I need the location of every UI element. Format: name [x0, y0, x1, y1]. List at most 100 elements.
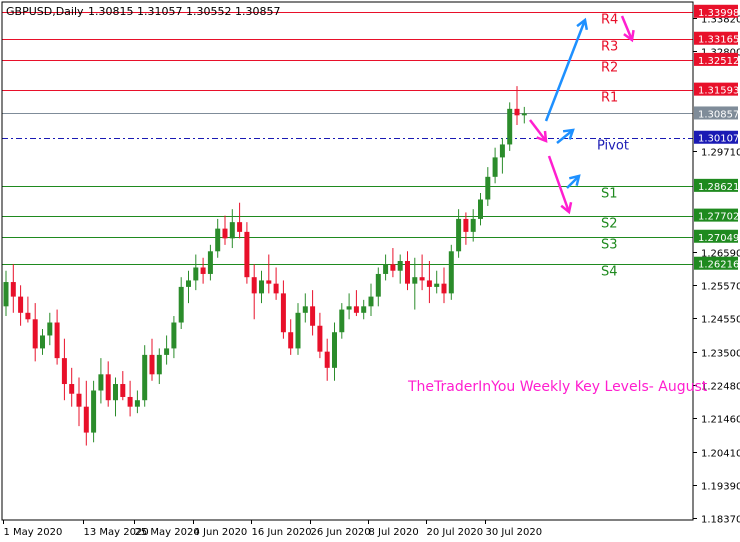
time-tick-label: 26 Jun 2020 — [311, 527, 371, 538]
candle-body — [353, 306, 359, 313]
candle-body — [390, 264, 396, 271]
candle-body — [91, 390, 97, 433]
price-tag-text: 1.27702 — [698, 212, 739, 223]
candle-body — [193, 267, 199, 281]
chart-background — [0, 0, 740, 542]
price-tag-r4: 1.33998 — [694, 4, 739, 19]
candle-body — [434, 283, 440, 287]
candle-body — [375, 273, 381, 297]
level-label-pivot: Pivot — [597, 139, 629, 154]
time-tick-label: 30 Jul 2020 — [486, 527, 543, 538]
candle-body — [149, 354, 155, 375]
price-tag-text: 1.28621 — [698, 182, 739, 193]
candle-body — [237, 222, 243, 232]
price-tag-text: 1.26216 — [698, 260, 739, 271]
level-label-r2: R2 — [601, 61, 618, 76]
candle-body — [229, 222, 235, 239]
candle-body — [156, 354, 162, 375]
candle-body — [419, 277, 425, 281]
candle-body — [3, 282, 9, 307]
price-tag-current: 1.30857 — [694, 106, 739, 120]
candle-body — [76, 393, 82, 407]
candle-body — [40, 335, 45, 349]
price-tick-label: 1.24550 — [701, 315, 740, 326]
candle-body — [383, 264, 389, 274]
candle-body — [222, 228, 228, 239]
time-tick-label: 4 Jun 2020 — [194, 527, 248, 538]
time-tick-label: 20 Jul 2020 — [427, 527, 484, 538]
candle-body — [251, 277, 257, 294]
price-tag-r1: 1.31593 — [694, 82, 739, 97]
candle-body — [54, 322, 60, 359]
candle-body — [171, 322, 177, 349]
price-tick-label: 1.20410 — [701, 449, 740, 460]
level-price-tags: 1.33998 1.33165 1.32512 1.31593 1.30107 1.286… — [694, 4, 739, 271]
candle-body — [134, 400, 140, 407]
price-tick-label: 1.18370 — [701, 515, 740, 526]
candle-body — [25, 312, 31, 320]
candle-body — [32, 319, 38, 349]
candle-body — [499, 144, 505, 158]
candle-body — [207, 251, 213, 274]
price-tag-text: 1.33998 — [698, 8, 739, 19]
candle-body — [266, 280, 272, 284]
price-tick-label: 1.23500 — [701, 349, 740, 360]
candle-body — [507, 108, 513, 145]
candle-body — [164, 348, 170, 355]
price-tag-text: 1.30107 — [698, 134, 739, 145]
candle-body — [215, 228, 221, 252]
candle-body — [244, 231, 250, 278]
candle-body — [361, 306, 367, 313]
price-tag-text: 1.27049 — [698, 233, 739, 244]
gbpusd-chart: R4R3R2R1PivotS1S2S3S4 1.338201.328001.29… — [0, 0, 740, 542]
candle-body — [456, 218, 462, 252]
candle-body — [463, 218, 469, 232]
price-tag-text: 1.32512 — [698, 56, 739, 67]
level-label-s3: S3 — [601, 238, 618, 253]
candle-body — [288, 332, 294, 349]
candle-body — [448, 251, 454, 294]
price-tag-s4: 1.26216 — [694, 256, 739, 271]
chart-annotation: TheTraderInYou Weekly Key Levels- August — [407, 379, 708, 395]
candle-body — [478, 199, 483, 219]
candle-body — [69, 384, 75, 394]
time-tick-label: 25 May 2020 — [135, 527, 200, 538]
candle-body — [113, 384, 118, 401]
candle-body — [47, 322, 53, 336]
candle-body — [127, 396, 133, 407]
price-tick-label: 1.19390 — [701, 482, 740, 493]
candle-body — [295, 312, 301, 349]
candle-body — [142, 354, 148, 401]
candle-body — [521, 113, 527, 116]
candle-body — [346, 306, 352, 310]
candle-body — [186, 280, 191, 287]
price-tick-label: 1.25570 — [701, 282, 740, 293]
candle-body — [332, 332, 337, 368]
candle-body — [10, 282, 16, 297]
candle-body — [426, 280, 432, 287]
price-tag-text: 1.30857 — [698, 109, 739, 120]
candle-body — [441, 283, 447, 294]
time-tick-label: 8 Jul 2020 — [369, 527, 419, 538]
price-tag-s3: 1.27049 — [694, 229, 739, 244]
level-label-s4: S4 — [601, 265, 618, 280]
candle-body — [412, 277, 418, 284]
level-label-r1: R1 — [601, 91, 618, 106]
candle-body — [200, 267, 206, 274]
candle-body — [368, 296, 374, 307]
price-tag-r3: 1.33165 — [694, 31, 739, 46]
level-label-s1: S1 — [601, 187, 618, 202]
level-label-r4: R4 — [601, 13, 618, 28]
price-tag-text: 1.31593 — [698, 86, 739, 97]
candle-body — [273, 283, 279, 294]
candle-body — [280, 293, 286, 333]
candle-body — [470, 218, 476, 232]
price-tick-label: 1.21460 — [701, 415, 740, 426]
candle-body — [178, 286, 184, 323]
level-label-r3: R3 — [601, 40, 618, 55]
candle-body — [98, 374, 104, 391]
price-tag-pivot: 1.30107 — [694, 130, 739, 145]
price-tag-text: 1.33165 — [698, 35, 739, 46]
candle-body — [485, 176, 491, 200]
candle-body — [317, 325, 323, 352]
